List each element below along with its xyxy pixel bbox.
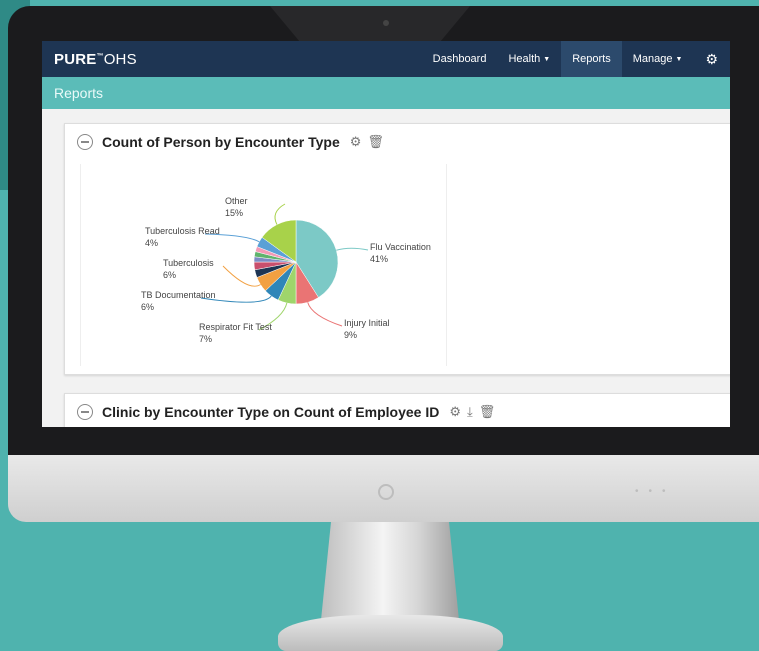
page-header: Reports	[42, 77, 730, 109]
monitor-base	[278, 615, 503, 651]
pie-percent-label: 6%	[141, 302, 154, 312]
pie-label: Other	[225, 196, 248, 206]
pie-chart-container: Flu Vaccination 41% Injury Initial 9% Respir…	[80, 164, 447, 366]
app-screen: PURE™OHS Dashboard Health ▼ Reports Manag…	[42, 41, 730, 427]
apple-logo-icon	[378, 484, 394, 500]
nav-dashboard-label: Dashboard	[432, 53, 487, 65]
brand-mark: ™	[96, 52, 104, 60]
brand-bold: PURE	[54, 50, 97, 68]
download-icon[interactable]: ⤓	[467, 404, 473, 420]
pie-label: TB Documentation	[141, 290, 216, 300]
gear-icon[interactable]: ⚙	[449, 404, 461, 420]
collapse-icon[interactable]	[77, 134, 93, 150]
pie-percent-label: 4%	[145, 238, 158, 248]
pie-label: Injury Initial	[344, 318, 390, 328]
pie-percent-label: 6%	[163, 270, 176, 280]
pie-leader-line	[336, 247, 369, 251]
caret-down-icon: ▼	[543, 55, 551, 63]
panel-header: Clinic by Encounter Type on Count of Emp…	[65, 394, 730, 427]
monitor-stand	[320, 520, 460, 630]
report-content: Count of Person by Encounter Type ⚙ 🗑 Fl…	[42, 109, 730, 427]
pie-percent-label: 7%	[199, 334, 212, 344]
nav-manage-label: Manage	[632, 53, 673, 65]
nav-manage[interactable]: Manage ▼	[622, 41, 694, 77]
pie-percent-label: 9%	[344, 330, 357, 340]
pie-label: Tuberculosis Read	[145, 226, 220, 236]
screen-glare	[270, 6, 470, 42]
nav-reports-label: Reports	[572, 53, 611, 65]
panel-title: Count of Person by Encounter Type	[102, 134, 340, 150]
chin-dots: •••	[635, 486, 676, 497]
brand-thin: OHS	[103, 50, 137, 68]
nav-health-label: Health	[508, 53, 541, 65]
camera-icon	[383, 20, 389, 26]
trash-icon[interactable]: 🗑	[479, 404, 496, 420]
brand-logo[interactable]: PURE™OHS	[54, 51, 137, 68]
nav-dashboard[interactable]: Dashboard	[422, 41, 498, 77]
page-title: Reports	[54, 85, 104, 101]
caret-down-icon: ▼	[675, 55, 683, 63]
pie-percent-label: 15%	[225, 208, 243, 218]
trash-icon[interactable]: 🗑	[367, 134, 384, 150]
nav-reports[interactable]: Reports	[561, 41, 622, 77]
nav-menu: Dashboard Health ▼ Reports Manage ▼ ⚙	[422, 41, 730, 77]
collapse-icon[interactable]	[77, 404, 93, 420]
pie-label: Respirator Fit Test	[199, 322, 272, 332]
pie-chart: Flu Vaccination 41% Injury Initial 9% Respir…	[141, 196, 431, 344]
report-panel-1: Count of Person by Encounter Type ⚙ 🗑 Fl…	[64, 123, 730, 375]
top-navbar: PURE™OHS Dashboard Health ▼ Reports Manag…	[42, 41, 730, 77]
pie-percent-label: 41%	[370, 254, 388, 264]
pie-leader-line	[274, 203, 286, 225]
report-panel-2: Clinic by Encounter Type on Count of Emp…	[64, 393, 730, 427]
settings-gear-icon[interactable]: ⚙	[693, 41, 730, 77]
panel-title: Clinic by Encounter Type on Count of Emp…	[102, 404, 440, 420]
pie-leader-line	[307, 302, 343, 327]
panel-header: Count of Person by Encounter Type ⚙ 🗑	[65, 124, 730, 160]
gear-icon[interactable]: ⚙	[350, 134, 362, 150]
nav-health[interactable]: Health ▼	[497, 41, 561, 77]
pie-label: Flu Vaccination	[370, 242, 431, 252]
pie-label: Tuberculosis	[163, 258, 214, 268]
